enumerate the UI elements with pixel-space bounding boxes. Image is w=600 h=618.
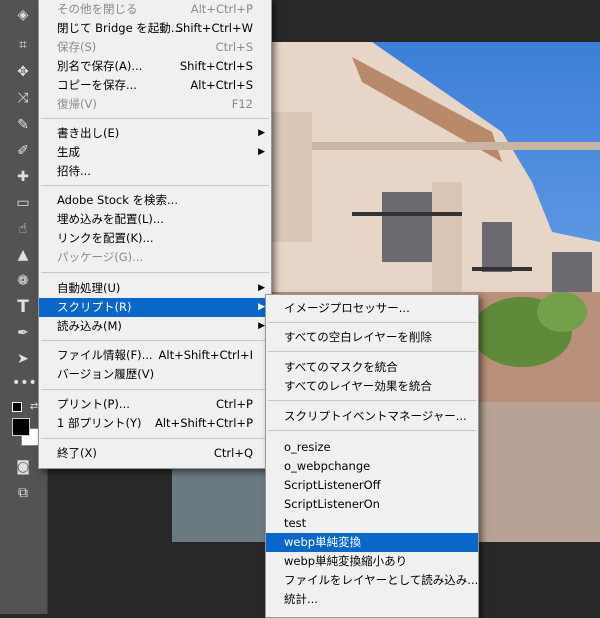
menu-item-place-linked[interactable]: リンクを配置(K)... — [39, 229, 271, 248]
screen-mode-icon[interactable]: ⧉ — [12, 482, 34, 504]
menu-separator — [41, 118, 269, 119]
menu-item-exit[interactable]: 終了(X) Ctrl+Q — [39, 444, 271, 463]
pen-icon[interactable]: ✒ — [12, 322, 34, 344]
menu-item-generate[interactable]: 生成 ▶ — [39, 143, 271, 162]
menu-item-print[interactable]: プリント(P)... Ctrl+P — [39, 395, 271, 414]
brush-icon[interactable]: ✐ — [12, 140, 34, 162]
menu-separator — [268, 400, 476, 401]
menu-item-save-copy[interactable]: コピーを保存... Alt+Ctrl+S — [39, 76, 271, 95]
menu-item-place-embedded[interactable]: 埋め込みを配置(L)... — [39, 210, 271, 229]
transform-icon[interactable]: ⤨ — [12, 87, 34, 109]
foreground-color-swatch[interactable] — [12, 418, 30, 436]
eyedropper-icon[interactable]: ✎ — [12, 114, 34, 136]
menu-item-o-resize[interactable]: o_resize — [266, 438, 478, 457]
healing-icon[interactable]: ✚ — [12, 166, 34, 188]
gradient-icon[interactable]: ▭ — [12, 192, 34, 214]
menu-item-test[interactable]: test — [266, 514, 478, 533]
menu-item-flatten-layer-effects[interactable]: すべてのレイヤー効果を統合 — [266, 377, 478, 396]
menu-separator — [268, 351, 476, 352]
menu-separator — [41, 438, 269, 439]
menu-item-delete-empty-layers[interactable]: すべての空白レイヤーを削除 — [266, 328, 478, 347]
menu-item-export[interactable]: 書き出し(E) ▶ — [39, 124, 271, 143]
menu-separator — [268, 322, 476, 323]
menu-item-load-files-into-stack[interactable]: ファイルをレイヤーとして読み込み... — [266, 571, 478, 590]
submenu-arrow-icon: ▶ — [258, 128, 265, 138]
menu-item-webp-simple-convert[interactable]: webp単純変換 — [266, 533, 478, 552]
menu-item-scriptlistener-off[interactable]: ScriptListenerOff — [266, 476, 478, 495]
more-tools-icon[interactable]: ••• — [12, 372, 37, 394]
shape-icon[interactable]: ▲ — [12, 244, 34, 266]
menu-item-image-processor[interactable]: イメージプロセッサー... — [266, 299, 478, 318]
menu-item-revert[interactable]: 復帰(V) F12 — [39, 95, 271, 114]
menu-item-webp-convert-with-resize[interactable]: webp単純変換縮小あり — [266, 552, 478, 571]
sponge-icon[interactable]: ❁ — [12, 270, 34, 292]
menu-item-close-and-bridge[interactable]: 閉じて Bridge を起動... Shift+Ctrl+W — [39, 19, 271, 38]
menu-item-scriptlistener-on[interactable]: ScriptListenerOn — [266, 495, 478, 514]
menu-item-package[interactable]: パッケージ(G)... — [39, 248, 271, 267]
menu-item-scripts[interactable]: スクリプト(R) ▶ — [39, 298, 271, 317]
menu-item-close-others[interactable]: その他を閉じる Alt+Ctrl+P — [39, 0, 271, 19]
menu-separator — [41, 185, 269, 186]
submenu-arrow-icon: ▶ — [258, 147, 265, 157]
menu-item-o-webpchange[interactable]: o_webpchange — [266, 457, 478, 476]
menu-item-save[interactable]: 保存(S) Ctrl+S — [39, 38, 271, 57]
submenu-arrow-icon: ▶ — [258, 302, 265, 312]
menu-item-adobe-stock[interactable]: Adobe Stock を検索... — [39, 191, 271, 210]
selection-icon[interactable]: ➤ — [12, 348, 34, 370]
type-icon[interactable]: T — [12, 296, 34, 318]
submenu-arrow-icon: ▶ — [258, 321, 265, 331]
file-menu: その他を閉じる Alt+Ctrl+P 閉じて Bridge を起動... Shift… — [38, 0, 272, 469]
menu-separator — [41, 389, 269, 390]
quick-mask-icon[interactable]: ◙ — [12, 456, 34, 478]
menu-item-file-info[interactable]: ファイル情報(F)... Alt+Shift+Ctrl+I — [39, 346, 271, 365]
crop-icon[interactable]: ⌗ — [12, 34, 34, 56]
eraser-icon[interactable]: ◈ — [12, 4, 34, 26]
menu-item-save-as[interactable]: 別名で保存(A)... Shift+Ctrl+S — [39, 57, 271, 76]
menu-separator — [268, 430, 476, 431]
menu-separator — [41, 340, 269, 341]
menu-item-script-events-manager[interactable]: スクリプトイベントマネージャー... — [266, 407, 478, 426]
move-icon[interactable]: ✥ — [12, 61, 34, 83]
menu-item-invite[interactable]: 招待... — [39, 162, 271, 181]
menu-item-import[interactable]: 読み込み(M) ▶ — [39, 317, 271, 336]
menu-item-print-one-copy[interactable]: 1 部プリント(Y) Alt+Shift+Ctrl+P — [39, 414, 271, 433]
menu-item-statistics[interactable]: 統計... — [266, 590, 478, 609]
menu-item-flatten-masks[interactable]: すべてのマスクを統合 — [266, 358, 478, 377]
submenu-arrow-icon: ▶ — [258, 283, 265, 293]
scripts-submenu: イメージプロセッサー... すべての空白レイヤーを削除 すべてのマスクを統合 す… — [265, 294, 479, 618]
menu-separator — [41, 272, 269, 273]
menu-item-version-history[interactable]: バージョン履歴(V) — [39, 365, 271, 384]
default-colors-icon[interactable] — [12, 402, 22, 412]
smudge-icon[interactable]: ☝ — [12, 218, 34, 240]
menu-item-automate[interactable]: 自動処理(U) ▶ — [39, 279, 271, 298]
